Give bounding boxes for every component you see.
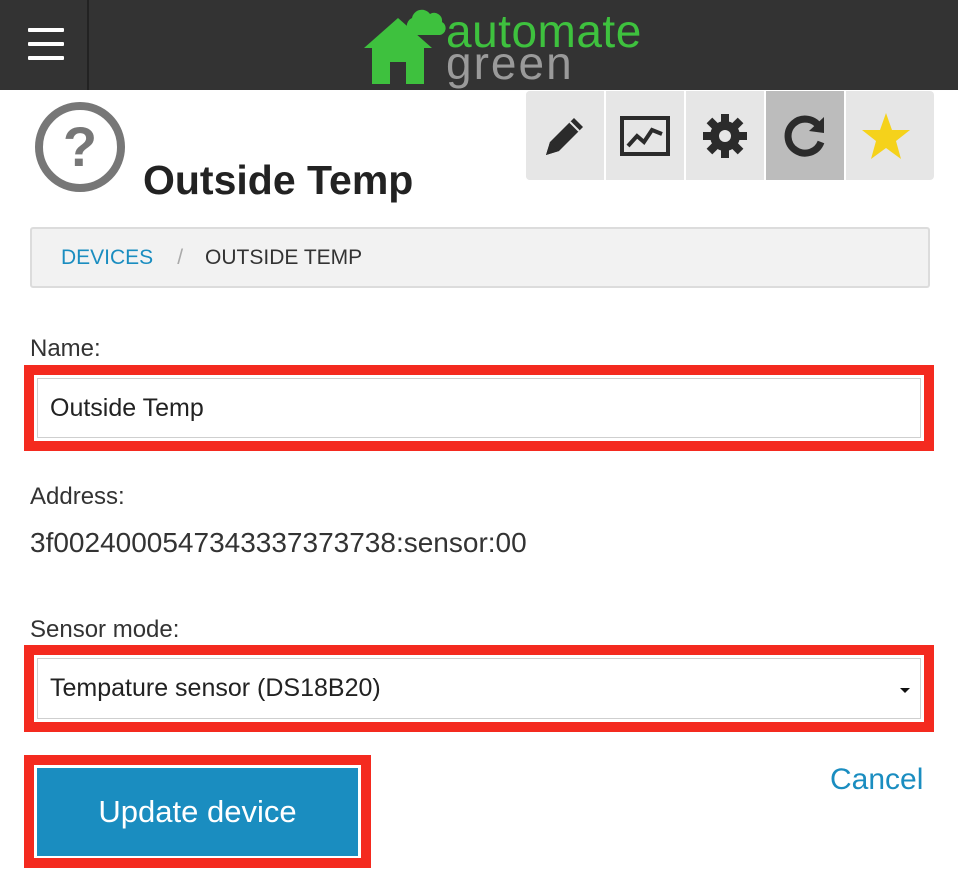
gear-icon [703, 113, 747, 158]
dropdown-arrow-icon [900, 688, 910, 693]
sensor-mode-selected-value: Tempature sensor (DS18B20) [50, 674, 381, 702]
app-logo[interactable]: automate green [362, 6, 692, 88]
top-navbar: automate green [0, 0, 958, 90]
cancel-link[interactable]: Cancel [830, 763, 923, 797]
chart-button[interactable] [606, 91, 686, 180]
refresh-button[interactable] [766, 91, 846, 180]
device-toolbar [526, 91, 934, 180]
address-value: 3f0024000547343337373738:sensor:00 [30, 527, 527, 558]
breadcrumb-link-devices[interactable]: DEVICES [61, 246, 153, 270]
pencil-icon [546, 117, 583, 155]
favorite-button[interactable] [846, 91, 926, 180]
sensor-mode-label: Sensor mode: [30, 616, 180, 643]
refresh-icon [784, 115, 825, 157]
edit-button[interactable] [526, 91, 606, 180]
logo-word-green: green [446, 37, 574, 89]
name-field[interactable]: Outside Temp [37, 378, 921, 438]
star-icon [862, 112, 910, 159]
page-title: Outside Temp [143, 157, 414, 203]
address-label: Address: [30, 483, 125, 510]
hamburger-icon[interactable] [0, 0, 89, 90]
svg-text:?: ? [63, 115, 97, 178]
question-circle-icon: ? [35, 102, 125, 192]
breadcrumb-current: OUTSIDE TEMP [205, 245, 363, 269]
name-label: Name: [30, 335, 101, 362]
breadcrumb-separator: / [177, 245, 184, 269]
sensor-mode-select[interactable]: Tempature sensor (DS18B20) [37, 658, 921, 719]
settings-button[interactable] [686, 91, 766, 180]
house-cloud-icon [364, 9, 446, 84]
chart-icon [620, 115, 670, 156]
update-device-button[interactable]: Update device [37, 768, 358, 856]
breadcrumb: DEVICES / OUTSIDE TEMP [30, 227, 930, 288]
